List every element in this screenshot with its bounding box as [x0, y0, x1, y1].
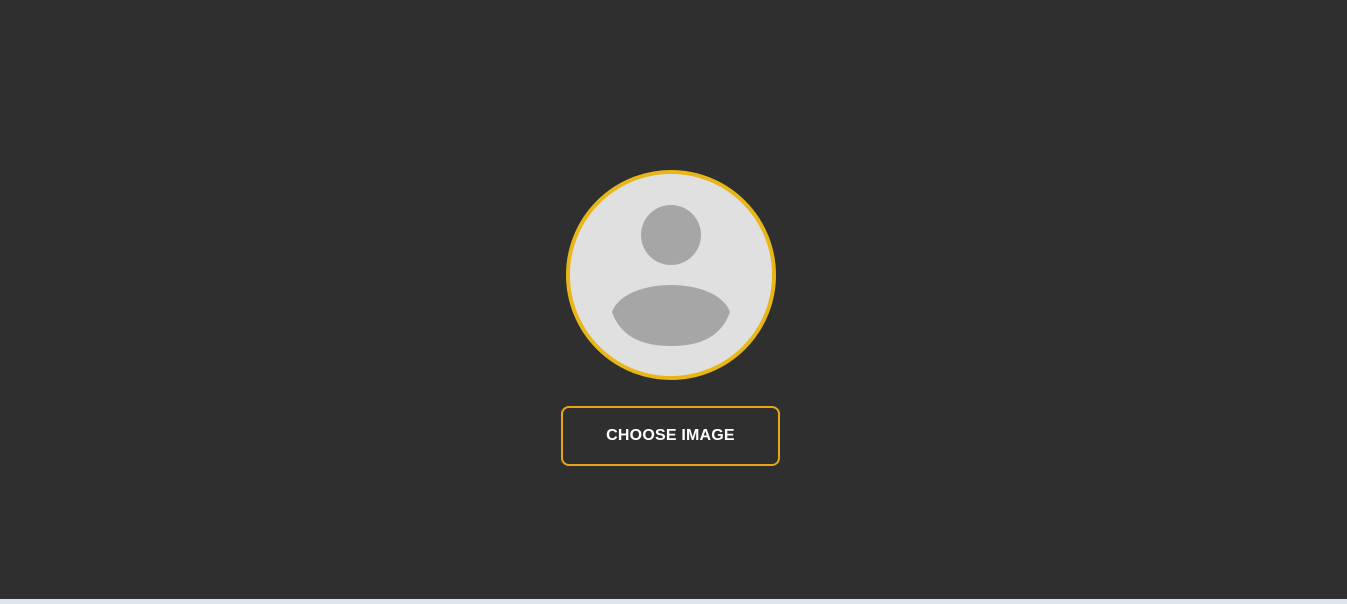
default-user-avatar-icon [570, 174, 772, 376]
bottom-edge-strip [0, 599, 1347, 604]
profile-avatar[interactable] [566, 170, 776, 380]
image-picker-panel: CHOOSE IMAGE [0, 0, 1347, 599]
choose-image-button[interactable]: CHOOSE IMAGE [561, 406, 780, 466]
avatar-head-shape [641, 205, 701, 265]
